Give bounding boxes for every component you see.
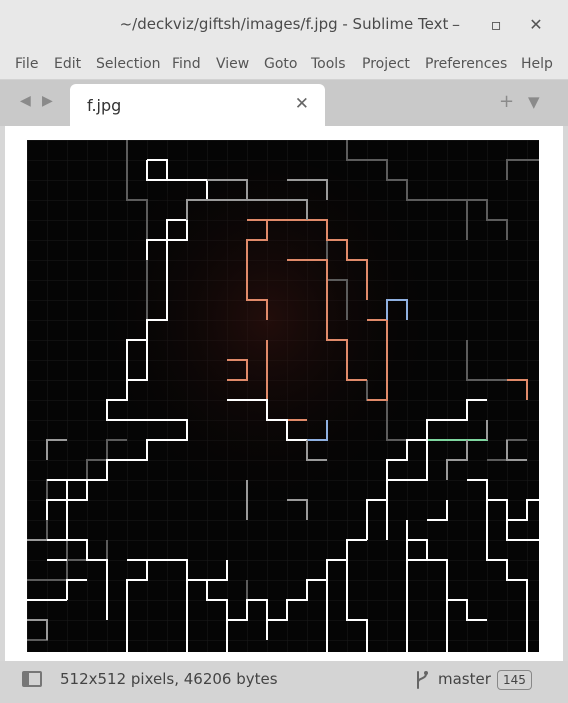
branch-name[interactable]: master xyxy=(438,670,491,688)
menu-project[interactable]: Project xyxy=(362,56,410,72)
tab-label: f.jpg xyxy=(87,96,122,115)
menu-selection[interactable]: Selection xyxy=(96,56,161,72)
menu-find[interactable]: Find xyxy=(172,56,201,72)
jpg-image xyxy=(27,140,539,652)
tab-bar: ◀ ▶ f.jpg ✕ + ▼ xyxy=(0,80,568,126)
tab-forward-icon[interactable]: ▶ xyxy=(42,93,53,109)
menu-view[interactable]: View xyxy=(216,56,249,72)
tab-close-icon[interactable]: ✕ xyxy=(295,94,309,114)
maximize-button[interactable]: ▫ xyxy=(485,14,507,36)
tab-f-jpg[interactable]: f.jpg ✕ xyxy=(70,84,325,126)
image-artwork xyxy=(27,140,539,652)
window-title: ~/deckviz/giftsh/images/f.jpg - Sublime … xyxy=(119,15,449,33)
git-branch-icon xyxy=(417,671,428,689)
status-badge: 145 xyxy=(497,670,532,690)
menu-file[interactable]: File xyxy=(15,56,38,72)
menu-goto[interactable]: Goto xyxy=(264,56,297,72)
menu-help[interactable]: Help xyxy=(521,56,553,72)
sublime-window: ~/deckviz/giftsh/images/f.jpg - Sublime … xyxy=(0,0,568,703)
image-viewer xyxy=(5,126,563,661)
menu-edit[interactable]: Edit xyxy=(54,56,81,72)
image-info: 512x512 pixels, 46206 bytes xyxy=(60,670,278,688)
new-tab-icon[interactable]: + xyxy=(499,91,514,112)
status-bar: 512x512 pixels, 46206 bytes master 145 xyxy=(0,661,568,703)
menu-bar: File Edit Selection Find View Goto Tools… xyxy=(0,51,568,80)
minimize-button[interactable]: – xyxy=(445,14,467,36)
close-window-button[interactable]: ✕ xyxy=(525,14,547,36)
menu-tools[interactable]: Tools xyxy=(311,56,346,72)
tab-list-icon[interactable]: ▼ xyxy=(528,93,540,111)
menu-preferences[interactable]: Preferences xyxy=(425,56,507,72)
tab-back-icon[interactable]: ◀ xyxy=(20,93,31,109)
sidebar-toggle-icon[interactable] xyxy=(22,671,42,687)
title-bar: ~/deckviz/giftsh/images/f.jpg - Sublime … xyxy=(0,0,568,51)
